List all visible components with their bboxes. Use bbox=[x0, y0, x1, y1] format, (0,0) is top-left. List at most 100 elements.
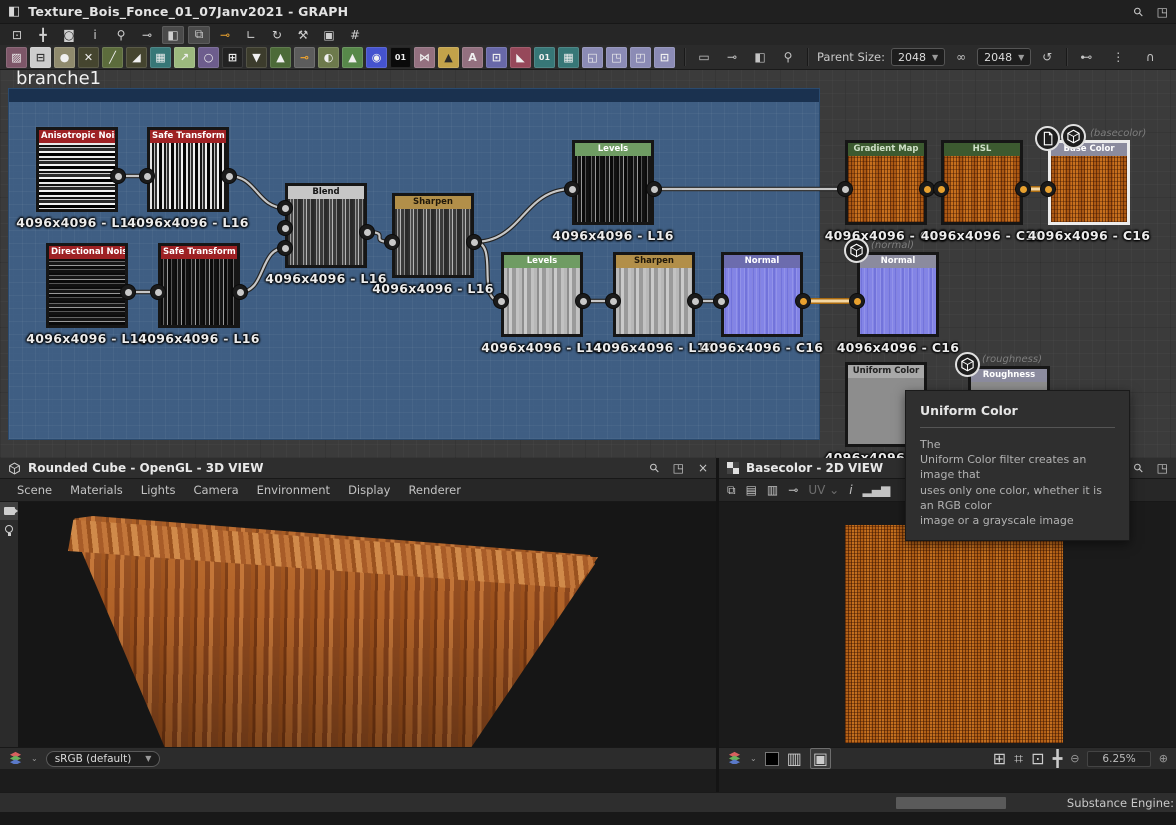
snap-magnet-icon[interactable]: ∩ bbox=[1140, 47, 1160, 67]
thumbnail-display-icon[interactable]: ▣ bbox=[318, 26, 340, 44]
input-port[interactable] bbox=[934, 182, 948, 196]
input-port[interactable] bbox=[838, 182, 852, 196]
link-node-icon[interactable]: ⊸ bbox=[788, 483, 798, 497]
input-port[interactable] bbox=[565, 182, 579, 196]
color-wheel-node-icon[interactable]: ◉ bbox=[366, 47, 387, 68]
node-safe_transform_2[interactable]: Safe Transform Graysc... bbox=[158, 243, 240, 328]
node-view-icon[interactable]: ◧ bbox=[162, 26, 184, 44]
node-safe_transform_1[interactable]: Safe Transform Graysc... bbox=[147, 127, 229, 212]
menu-display[interactable]: Display bbox=[339, 483, 399, 497]
input-port[interactable] bbox=[385, 235, 399, 249]
input-port[interactable] bbox=[850, 294, 864, 308]
view3d-viewport[interactable]: ≣ bbox=[0, 502, 716, 769]
info-icon[interactable]: i bbox=[849, 483, 852, 497]
tiling-mode-icon[interactable]: ⊞ bbox=[993, 749, 1006, 768]
uv-overlay-toggle[interactable]: UV ⌄ bbox=[808, 483, 839, 497]
output-port[interactable] bbox=[121, 285, 135, 299]
node-gradient_map[interactable]: Gradient Map bbox=[845, 140, 927, 225]
warning-node-icon[interactable]: ▲ bbox=[438, 47, 459, 68]
reset-size-icon[interactable]: ↺ bbox=[1037, 47, 1057, 67]
node-levels_2[interactable]: Levels bbox=[501, 252, 583, 337]
text-node-icon[interactable]: A bbox=[462, 47, 483, 68]
crop-frame-node-icon[interactable]: ◱ bbox=[582, 47, 603, 68]
splatter-node-icon[interactable]: ⋈ bbox=[414, 47, 435, 68]
camera-tool-icon[interactable] bbox=[0, 502, 18, 520]
node-levels_1[interactable]: Levels bbox=[572, 140, 654, 225]
output-port[interactable] bbox=[688, 294, 702, 308]
node-normal_1[interactable]: Normal bbox=[721, 252, 803, 337]
pyramid-node-icon[interactable]: ▲ bbox=[342, 47, 363, 68]
menu-lights[interactable]: Lights bbox=[132, 483, 185, 497]
histogram-icon[interactable]: ▂▄▆ bbox=[863, 483, 891, 497]
output-port[interactable] bbox=[576, 294, 590, 308]
float-panel-icon[interactable]: ◳ bbox=[1157, 461, 1168, 475]
blend-node-icon[interactable]: ⊟ bbox=[30, 47, 51, 68]
output-port[interactable] bbox=[233, 285, 247, 299]
node-blend[interactable]: Blend bbox=[285, 183, 367, 268]
info-dropdown-icon[interactable]: i bbox=[84, 26, 106, 44]
selection-node-icon[interactable]: ⊡ bbox=[486, 47, 507, 68]
blur-node-icon[interactable]: ● bbox=[54, 47, 75, 68]
pin-icon[interactable]: ⚲ bbox=[1134, 461, 1143, 475]
border-frame-node-icon[interactable]: ⊡ bbox=[654, 47, 675, 68]
input-port[interactable] bbox=[151, 285, 165, 299]
link-size-icon[interactable]: ∞ bbox=[951, 47, 971, 67]
save-image-icon[interactable]: ▤ bbox=[746, 483, 757, 497]
distance-node-icon[interactable]: ▦ bbox=[150, 47, 171, 68]
output-port[interactable] bbox=[1016, 182, 1030, 196]
output-port[interactable] bbox=[360, 225, 374, 239]
input-port[interactable] bbox=[1041, 182, 1055, 196]
layers-view-icon[interactable]: ⧉ bbox=[188, 26, 210, 44]
curve-node-icon[interactable]: ╱ bbox=[102, 47, 123, 68]
menu-materials[interactable]: Materials bbox=[61, 483, 132, 497]
height-extract-node-icon[interactable]: ▼ bbox=[246, 47, 267, 68]
node-base_color[interactable]: Base Color bbox=[1048, 140, 1130, 225]
tools-icon[interactable]: ⚒ bbox=[292, 26, 314, 44]
file-output-badge-icon[interactable] bbox=[1035, 126, 1060, 151]
close-icon[interactable]: × bbox=[698, 461, 708, 475]
dot-node-icon[interactable]: ⊸ bbox=[294, 47, 315, 68]
cube-output-badge-icon[interactable] bbox=[1061, 124, 1086, 149]
grid-snap-icon[interactable]: # bbox=[344, 26, 366, 44]
frame-select-icon[interactable]: ⊡ bbox=[6, 26, 28, 44]
tile-sampler-node-icon[interactable]: ⊞ bbox=[222, 47, 243, 68]
shape-node-icon[interactable]: ○ bbox=[198, 47, 219, 68]
compute-timer-icon[interactable]: ↻ bbox=[266, 26, 288, 44]
link-mode-icon[interactable]: ⊸ bbox=[136, 26, 158, 44]
float-panel-icon[interactable]: ◳ bbox=[673, 461, 684, 475]
fit-view-icon[interactable]: ⊡ bbox=[1031, 749, 1044, 768]
output-port[interactable] bbox=[467, 235, 481, 249]
float-panel-icon[interactable]: ◳ bbox=[1157, 5, 1168, 19]
pin-icon[interactable]: ⚲ bbox=[1134, 5, 1143, 19]
channels-layers-icon[interactable] bbox=[727, 749, 742, 768]
output-port[interactable] bbox=[222, 169, 236, 183]
channel-shuffle-node-icon[interactable]: ✕ bbox=[78, 47, 99, 68]
normal-node-icon[interactable]: ↗ bbox=[174, 47, 195, 68]
directional-blur-node-icon[interactable]: ◢ bbox=[126, 47, 147, 68]
colorspace-select[interactable]: sRGB (default)▼ bbox=[46, 751, 161, 767]
copy-image-icon[interactable]: ▥ bbox=[767, 483, 778, 497]
view2d-viewport[interactable]: 4096 x 4096 (RGBA, 16bpc) bbox=[719, 502, 1176, 769]
parent-height-select[interactable]: 2048▼ bbox=[977, 48, 1031, 66]
elbow-wire-icon[interactable]: ∟ bbox=[240, 26, 262, 44]
menu-environment[interactable]: Environment bbox=[248, 483, 339, 497]
node-directional_noise[interactable]: Directional Noise 2 bbox=[46, 243, 128, 328]
output-port[interactable] bbox=[796, 294, 810, 308]
node-anisotropic_noise[interactable]: Anisotropic Noise bbox=[36, 127, 118, 212]
menu-renderer[interactable]: Renderer bbox=[399, 483, 470, 497]
channel-split-icon[interactable]: ▥ bbox=[787, 749, 802, 768]
node-sharpen_2[interactable]: Sharpen bbox=[613, 252, 695, 337]
comment-icon[interactable]: ▭ bbox=[694, 47, 714, 67]
input-port[interactable] bbox=[606, 294, 620, 308]
input-port[interactable] bbox=[278, 201, 292, 215]
quantize-node-icon[interactable]: 01 bbox=[534, 47, 555, 68]
input-port[interactable] bbox=[278, 221, 292, 235]
canvas-frame-node-icon[interactable]: ◳ bbox=[606, 47, 627, 68]
zoom-in-button[interactable]: ⊕ bbox=[1159, 752, 1168, 765]
output-port[interactable] bbox=[920, 182, 934, 196]
input-port[interactable] bbox=[140, 169, 154, 183]
cube-output-badge-icon[interactable] bbox=[844, 238, 869, 263]
zoom-out-button[interactable]: ⊖ bbox=[1070, 752, 1079, 765]
parent-width-select[interactable]: 2048▼ bbox=[891, 48, 945, 66]
output-port[interactable] bbox=[111, 169, 125, 183]
